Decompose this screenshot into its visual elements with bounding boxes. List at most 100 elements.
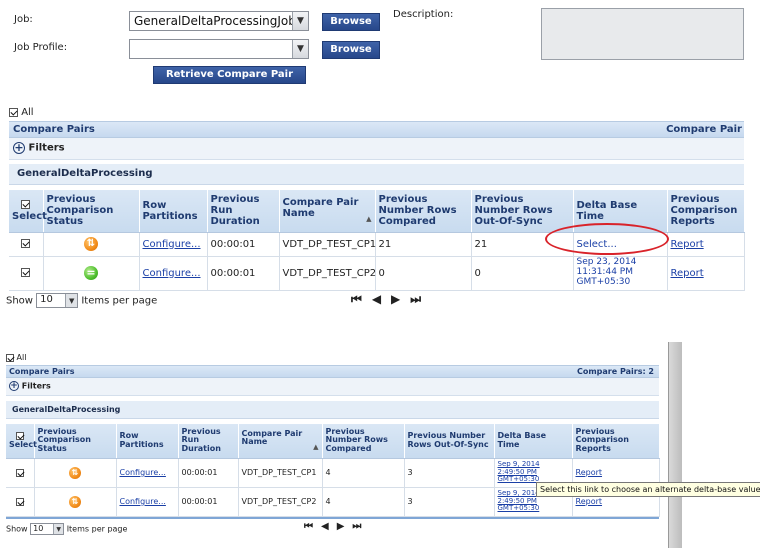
select-all-checkbox[interactable]	[6, 353, 14, 362]
out-of-sync-column-header[interactable]: Previous Number Rows Out-Of-Sync	[404, 424, 495, 459]
next-page-icon[interactable]: ▶	[337, 521, 353, 532]
rows-compared-cell: 4	[322, 458, 405, 488]
vertical-scrollbar[interactable]	[668, 342, 682, 548]
pager-navigation: ⏮◀▶⏭	[304, 521, 369, 532]
compare-pairs-title: Compare Pairs	[9, 367, 75, 376]
reports-column-header[interactable]: Previous Comparison Reports	[667, 190, 745, 233]
compare-pair-name-cell: VDT_DP_TEST_CP1	[238, 458, 323, 488]
compared-column-header[interactable]: Previous Number Rows Compared	[322, 424, 405, 459]
report-link[interactable]: Report	[671, 268, 704, 279]
row-select-checkbox[interactable]	[15, 497, 24, 506]
configure-link[interactable]: Configure...	[120, 468, 166, 477]
select-all-row: All	[6, 353, 26, 362]
page-size-select[interactable]: 10 ▼	[30, 523, 65, 535]
sort-ascending-icon: ▲	[313, 443, 319, 452]
select-column-header: Select	[9, 190, 47, 233]
filters-label: Filters	[21, 381, 51, 391]
compare-pair-name-cell: VDT_DP_TEST_CP2	[238, 487, 323, 517]
sort-ascending-icon: ▲	[366, 215, 372, 224]
rows-out-of-sync-cell: 3	[404, 487, 495, 517]
duration-column-header[interactable]: Previous Run Duration	[178, 424, 239, 459]
group-title: GeneralDeltaProcessing	[17, 168, 153, 179]
description-field[interactable]	[541, 8, 744, 60]
pager-show-label: Show	[6, 295, 33, 307]
partitions-column-header[interactable]: Row Partitions	[139, 190, 208, 233]
rows-compared-cell: 0	[375, 256, 472, 291]
chevron-down-icon[interactable]: ▼	[292, 12, 308, 30]
rows-out-of-sync-cell: 0	[471, 256, 574, 291]
group-title-bar: GeneralDeltaProcessing	[9, 164, 744, 185]
description-label: Description:	[393, 9, 454, 20]
delta-base-time-column-header[interactable]: Delta Base Time	[494, 424, 573, 459]
highlight-ellipse	[545, 223, 669, 255]
configure-link[interactable]: Configure...	[143, 239, 201, 250]
group-title-bar: GeneralDeltaProcessing	[6, 401, 659, 419]
job-profile-select[interactable]: ▼	[129, 39, 309, 59]
compare-pairs-header: Compare Pairs Compare Pair	[9, 121, 744, 138]
header-select-checkbox[interactable]	[15, 431, 24, 440]
first-page-icon[interactable]: ⏮	[304, 521, 321, 532]
job-browse-button[interactable]: Browse	[322, 13, 380, 31]
pager-bottom: Show 10 ▼ Items per page	[6, 523, 127, 535]
job-select[interactable]: GeneralDeltaProcessingJob ▼	[129, 11, 309, 31]
table-header-row: Select Previous Comparison Status Row Pa…	[6, 424, 660, 459]
job-select-value: GeneralDeltaProcessingJob	[134, 14, 296, 28]
job-profile-label: Job Profile:	[14, 42, 68, 53]
last-page-icon[interactable]: ⏭	[352, 521, 369, 532]
retrieve-compare-pair-list-button[interactable]: Retrieve Compare Pair List	[153, 66, 306, 96]
row-select-checkbox[interactable]	[15, 468, 24, 477]
report-link[interactable]: Report	[576, 468, 603, 477]
filters-bar[interactable]: + Filters	[6, 378, 659, 396]
filters-bar[interactable]: + Filters	[9, 138, 744, 160]
status-column-header[interactable]: Previous Comparison Status	[34, 424, 117, 459]
chevron-down-icon[interactable]: ▼	[292, 40, 308, 58]
compare-pairs-title: Compare Pairs	[13, 124, 95, 135]
job-label: Job:	[14, 14, 33, 25]
next-page-icon[interactable]: ▶	[391, 292, 410, 306]
row-select-checkbox[interactable]	[21, 268, 31, 277]
delta-base-tooltip: Select this link to choose an alternate …	[536, 482, 760, 497]
out-of-sync-column-header[interactable]: Previous Number Rows Out-Of-Sync	[471, 190, 574, 233]
compare-pairs-table: Select Previous Comparison Status Row Pa…	[6, 424, 660, 517]
orange-sync-icon	[69, 495, 81, 508]
configure-link[interactable]: Configure...	[120, 497, 166, 506]
select-all-label: All	[21, 107, 34, 118]
rows-compared-cell: 21	[375, 232, 472, 257]
page-size-select[interactable]: 10 ▼	[36, 293, 79, 308]
report-link[interactable]: Report	[576, 497, 603, 506]
previous-page-icon[interactable]: ◀	[372, 292, 391, 306]
rows-out-of-sync-cell: 3	[404, 458, 495, 488]
report-link[interactable]: Report	[671, 239, 704, 250]
header-select-checkbox[interactable]	[21, 200, 31, 210]
row-select-checkbox[interactable]	[21, 239, 31, 248]
delta-base-time-link[interactable]: Sep 23, 2014 11:31:44 PM GMT+05:30	[573, 256, 668, 291]
name-column-header[interactable]: Compare Pair Name ▲	[238, 424, 323, 459]
partitions-column-header[interactable]: Row Partitions	[116, 424, 179, 459]
pager-per-page-label: Items per page	[66, 524, 128, 534]
last-page-icon[interactable]: ⏭	[410, 292, 431, 306]
configure-link[interactable]: Configure...	[143, 268, 201, 279]
name-column-header[interactable]: Compare Pair Name ▲	[279, 190, 376, 233]
compared-column-header[interactable]: Previous Number Rows Compared	[375, 190, 472, 233]
compare-pairs-count: Compare Pairs: 2	[576, 367, 654, 376]
chevron-down-icon: ▼	[53, 524, 64, 534]
pager-show-label: Show	[6, 524, 28, 534]
chevron-down-icon: ▼	[65, 294, 78, 307]
green-equal-icon	[84, 266, 98, 280]
job-profile-browse-button[interactable]: Browse	[322, 41, 380, 59]
orange-sync-icon	[84, 237, 98, 251]
select-all-label: All	[16, 353, 27, 362]
status-column-header[interactable]: Previous Comparison Status	[43, 190, 140, 233]
first-page-icon[interactable]: ⏮	[351, 292, 372, 306]
previous-page-icon[interactable]: ◀	[321, 521, 337, 532]
pager-navigation: ⏮◀▶⏭	[351, 292, 431, 307]
select-all-checkbox[interactable]	[9, 107, 18, 117]
group-title: GeneralDeltaProcessing	[12, 405, 121, 414]
duration-cell: 00:00:01	[178, 458, 239, 488]
plus-circle-icon[interactable]: +	[9, 381, 19, 391]
compare-pairs-header: Compare Pairs Compare Pairs: 2	[6, 365, 659, 378]
reports-column-header[interactable]: Previous Comparison Reports	[572, 424, 660, 459]
plus-circle-icon[interactable]: +	[13, 142, 25, 154]
duration-column-header[interactable]: Previous Run Duration	[207, 190, 280, 233]
pager-per-page-label: Items per page	[81, 295, 158, 307]
